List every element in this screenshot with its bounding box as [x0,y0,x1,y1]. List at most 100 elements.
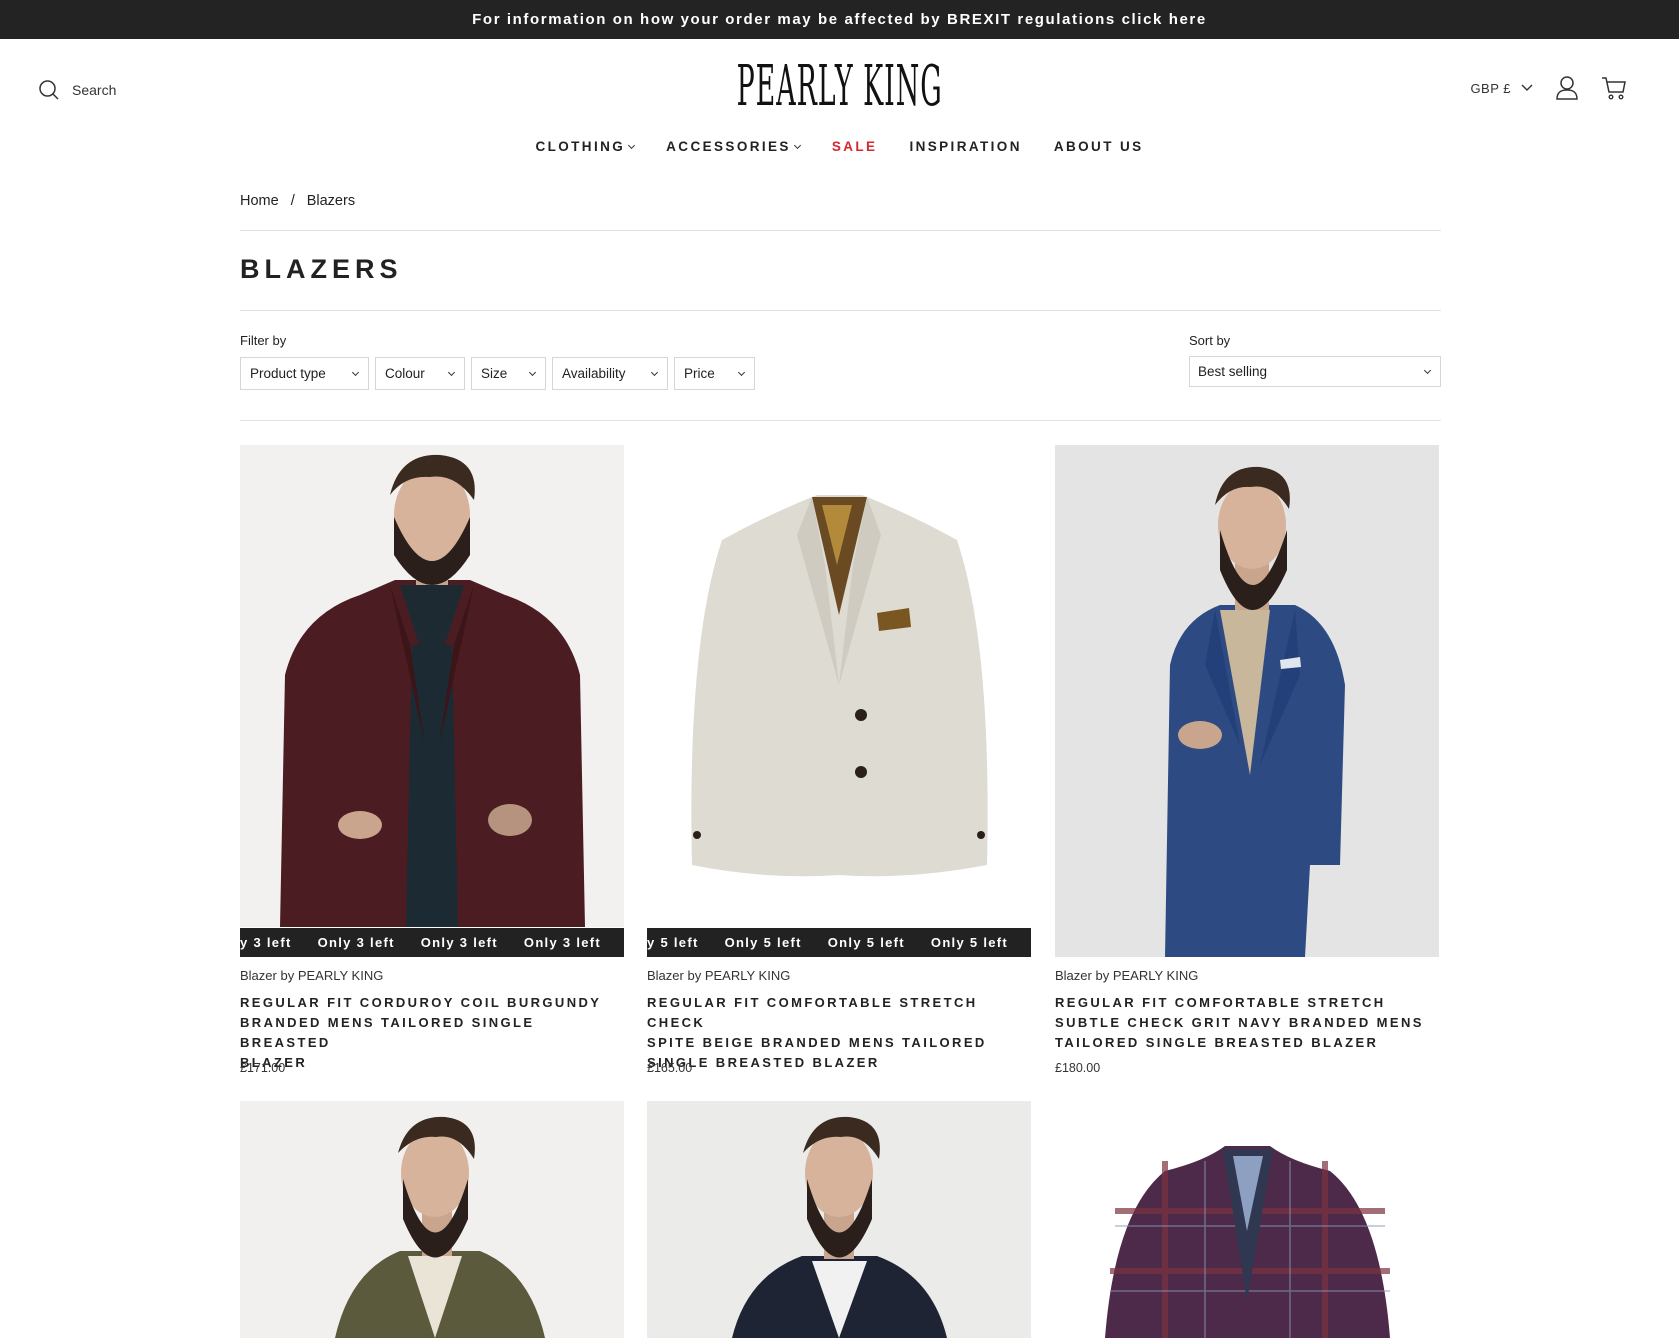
vendor-prefix: Blazer by [1055,968,1110,983]
chevron-down-icon [1521,84,1533,91]
stock-badge-text: Only 5 left [827,935,905,950]
stock-badge-text: y 5 left [647,935,699,950]
product-photo [647,445,1031,927]
vendor-name[interactable]: PEARLY KING [705,968,791,983]
product-vendor: Blazer by PEARLY KING [240,968,383,983]
title-line: REGULAR FIT COMFORTABLE STRETCH [1055,995,1386,1010]
nav-sale[interactable]: SALE [832,139,878,154]
chevron-down-icon [447,368,456,376]
stock-badge: y 5 left Only 5 left Only 5 left Only 5 … [647,928,1031,957]
product-card [647,1101,1031,1338]
stock-badge: y 3 left Only 3 left Only 3 left Only 3 … [240,928,624,957]
title-line: BRANDED MENS TAILORED SINGLE BREASTED [240,1015,535,1050]
chevron-down-icon [528,368,537,376]
breadcrumb: Home / Blazers [240,193,1441,209]
nav-label: SALE [831,139,878,154]
sort-label: Sort by [1189,333,1231,348]
filter-price[interactable]: Price [674,357,755,390]
product-photo [1055,445,1439,957]
product-title[interactable]: REGULAR FIT COMFORTABLE STRETCH SUBTLE C… [1055,993,1439,1053]
stock-badge-text: Only 3 left [317,935,395,950]
product-price: £165.00 [647,1061,693,1075]
product-vendor: Blazer by PEARLY KING [647,968,790,983]
title-line: SINGLE BREASTED BLAZER [647,1055,880,1070]
product-photo [240,1101,624,1338]
chevron-down-icon [628,141,636,149]
site-header: Search PEARLY KING GBP £ CLOTHING ACCESS… [0,39,1679,179]
product-title[interactable]: REGULAR FIT CORDUROY COIL BURGUNDY BRAND… [240,993,624,1073]
currency-selector[interactable]: GBP £ [1470,81,1533,96]
sort-value: Best selling [1198,364,1268,379]
nav-about-us[interactable]: ABOUT US [1054,139,1144,154]
divider [240,420,1441,421]
product-photo [647,1101,1031,1338]
title-line: BLAZER [240,1055,308,1070]
filter-colour[interactable]: Colour [375,357,465,390]
filter-label-text: Product type [250,366,326,381]
logo-link[interactable]: PEARLY KING [0,57,1679,117]
product-title[interactable]: REGULAR FIT COMFORTABLE STRETCH CHECK SP… [647,993,1031,1073]
product-photo [1055,1101,1439,1338]
page-title: BLAZERS [240,254,403,284]
breadcrumb-separator: / [290,193,295,209]
product-image[interactable] [1055,445,1439,957]
product-vendor: Blazer by PEARLY KING [1055,968,1198,983]
currency-label: GBP £ [1470,80,1511,96]
nav-label: ABOUT US [1053,139,1144,154]
filter-label-text: Availability [562,366,626,381]
product-image[interactable] [240,1101,624,1338]
product-image[interactable] [647,1101,1031,1338]
vendor-name[interactable]: PEARLY KING [298,968,384,983]
vendor-prefix: Blazer by [647,968,702,983]
filter-product-type[interactable]: Product type [240,357,369,390]
nav-label: CLOTHING [535,139,626,154]
title-line: SPITE BEIGE BRANDED MENS TAILORED [647,1035,987,1050]
chevron-down-icon [1423,366,1432,374]
cart-icon[interactable] [1601,75,1627,101]
product-price: £171.00 [240,1061,286,1075]
chevron-down-icon [737,368,746,376]
chevron-down-icon [793,141,801,149]
product-image[interactable] [1055,1101,1439,1338]
title-line: TAILORED SINGLE BREASTED BLAZER [1055,1035,1379,1050]
product-card [1055,1101,1439,1338]
title-line: REGULAR FIT CORDUROY COIL BURGUNDY [240,995,602,1010]
title-line: REGULAR FIT COMFORTABLE STRETCH CHECK [647,995,978,1030]
product-price: £180.00 [1055,1061,1101,1075]
vendor-prefix: Blazer by [240,968,295,983]
title-line: SUBTLE CHECK GRIT NAVY BRANDED MENS [1055,1015,1424,1030]
stock-badge-text: y 3 left [240,935,292,950]
nav-clothing[interactable]: CLOTHING [535,139,636,154]
product-image[interactable] [647,445,1031,927]
filter-availability[interactable]: Availability [552,357,668,390]
filter-label-text: Price [684,366,715,381]
filter-label-text: Colour [385,366,425,381]
nav-label: ACCESSORIES [666,139,791,154]
product-photo [240,445,624,927]
filter-bar: Product type Colour Size Availability Pr… [240,357,755,390]
stock-badge-text: Only 3 left [523,935,602,950]
filter-label-text: Size [481,366,508,381]
announcement-bar[interactable]: For information on how your order may be… [0,0,1679,39]
filter-label: Filter by [240,333,287,348]
sort-select[interactable]: Best selling [1189,356,1441,387]
logo: PEARLY KING [736,54,943,119]
divider [240,310,1441,311]
filter-size[interactable]: Size [471,357,546,390]
breadcrumb-current: Blazers [306,193,356,209]
product-image[interactable] [240,445,624,927]
stock-badge-text: Only 5 left [724,935,802,950]
stock-badge-text: Only 3 left [420,935,498,950]
nav-inspiration[interactable]: INSPIRATION [909,139,1021,154]
account-icon[interactable] [1555,75,1579,101]
breadcrumb-home[interactable]: Home [240,193,279,209]
main-nav: CLOTHING ACCESSORIES SALE INSPIRATION AB… [0,139,1679,154]
product-card [240,1101,624,1338]
stock-badge-text: Only 5 left [930,935,1009,950]
nav-accessories[interactable]: ACCESSORIES [666,139,801,154]
chevron-down-icon [650,368,659,376]
divider [240,230,1441,231]
chevron-down-icon [351,368,360,376]
nav-label: INSPIRATION [909,139,1022,154]
vendor-name[interactable]: PEARLY KING [1113,968,1199,983]
